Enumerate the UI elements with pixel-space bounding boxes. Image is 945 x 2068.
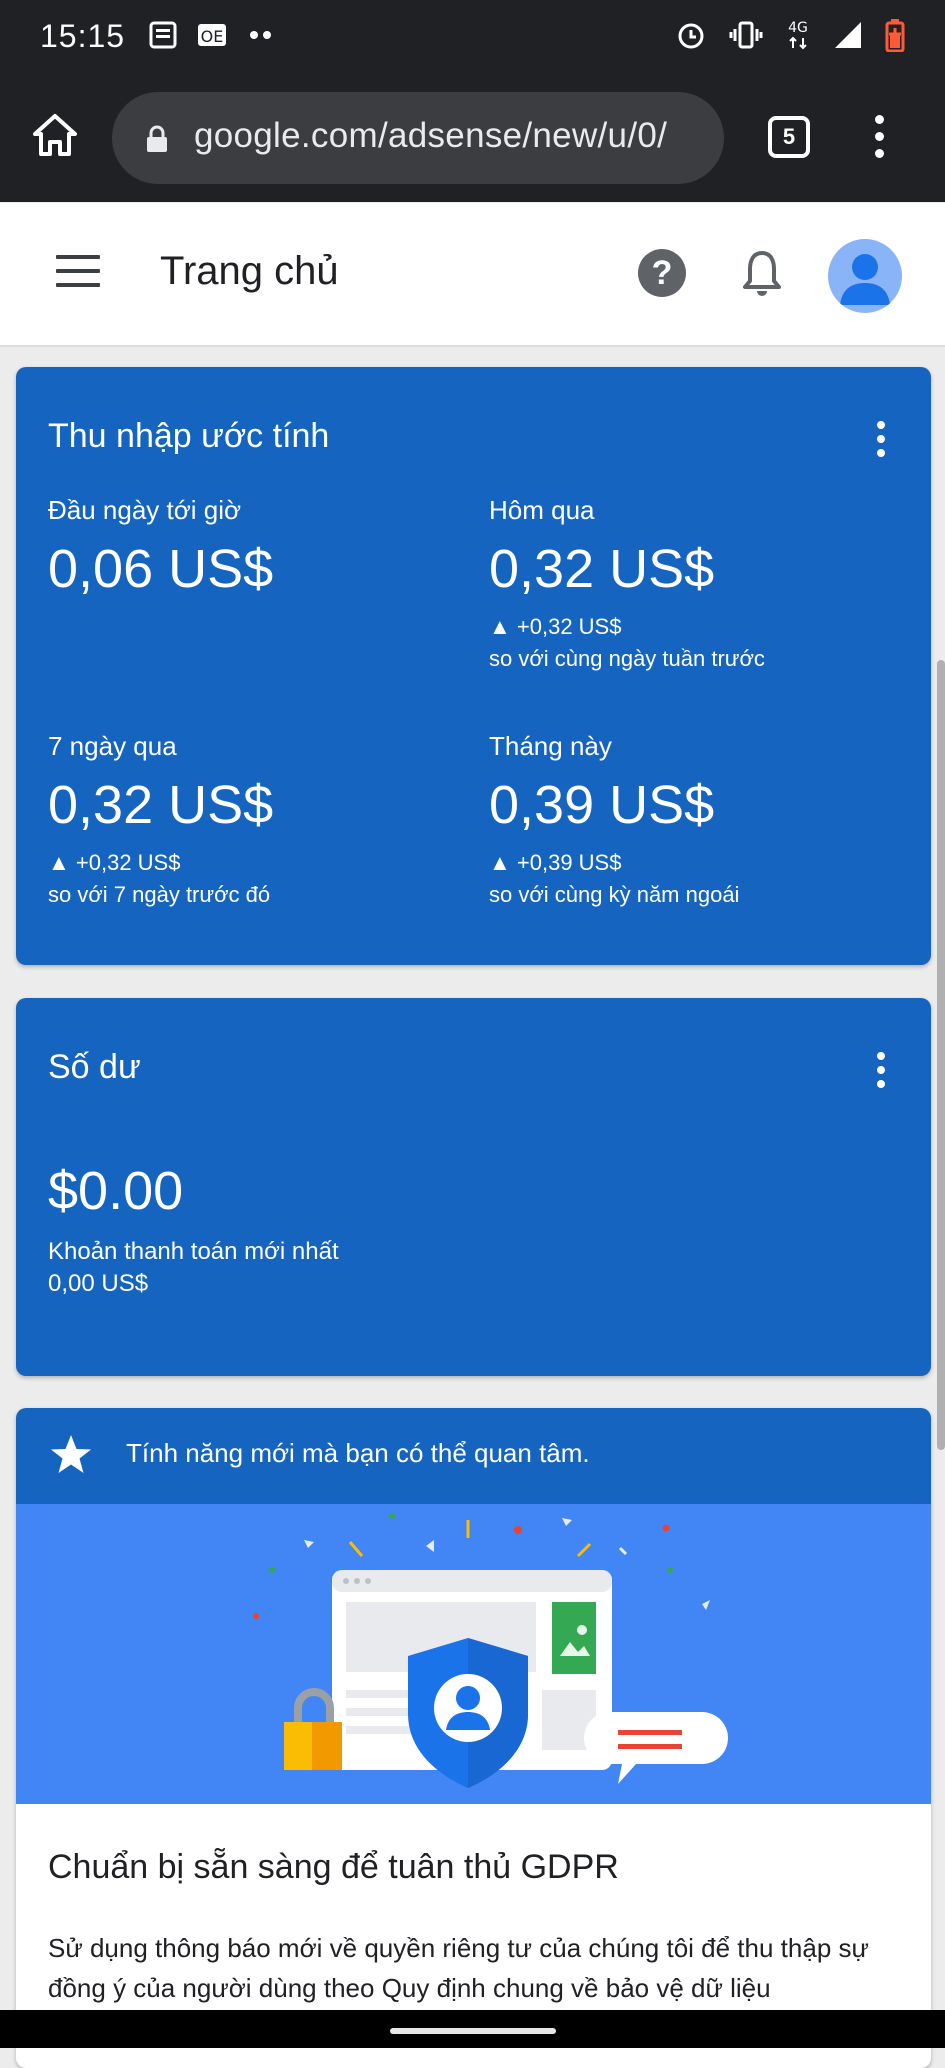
metric-value: 0,39 US$: [489, 775, 715, 835]
news-icon: [149, 21, 177, 49]
estimated-earnings-card: Thu nhập ước tính Đầu ngày tới giờ 0,06 …: [16, 367, 931, 965]
more-notifications-icon: [250, 31, 271, 39]
balance-more-options-icon[interactable]: [877, 1052, 887, 1088]
metric-label: Hôm qua: [489, 495, 595, 525]
last-payment-value: 0,00 US$: [48, 1270, 149, 1297]
metric-delta: ▲ +0,32 US$: [489, 614, 622, 639]
account-avatar[interactable]: [828, 239, 902, 313]
gesture-handle[interactable]: [390, 2028, 556, 2034]
notifications-bell-icon[interactable]: [740, 247, 784, 299]
notification-icons: OE: [148, 20, 276, 50]
earnings-more-options-icon[interactable]: [877, 421, 887, 457]
url-text[interactable]: google.com/adsense/new/u/0/: [194, 116, 667, 156]
status-bar: 15:15 OE 4G: [0, 0, 945, 72]
balance-value: $0.00: [48, 1161, 184, 1221]
svg-text:4G: 4G: [788, 20, 808, 36]
system-icons: 4G: [675, 18, 905, 52]
balance-card: Số dư $0.00 Khoản thanh toán mới nhất 0,…: [16, 998, 931, 1376]
feature-card-header-text: Tính năng mới mà bạn có thể quan tâm.: [126, 1438, 590, 1468]
network-4g-icon: 4G: [788, 20, 808, 50]
feature-card-header: Tính năng mới mà bạn có thể quan tâm.: [16, 1408, 931, 1504]
system-navigation-bar: [0, 2010, 945, 2048]
home-icon[interactable]: [30, 110, 80, 160]
privacy-shield-illustration: [253, 1513, 728, 1788]
signal-icon: [835, 22, 861, 48]
metric-value: 0,32 US$: [48, 775, 274, 835]
last-payment-label: Khoản thanh toán mới nhất: [48, 1238, 339, 1265]
metric-last-7-days[interactable]: 7 ngày qua 0,32 US$ ▲ +0,32 US$ so với 7…: [48, 731, 468, 908]
metric-this-month[interactable]: Tháng này 0,39 US$ ▲ +0,39 US$ so với cù…: [489, 731, 909, 908]
page-title: Trang chủ: [160, 249, 339, 293]
metric-value: 0,32 US$: [489, 539, 715, 599]
metric-delta: ▲ +0,39 US$: [489, 850, 622, 875]
feature-description: Sử dụng thông báo mới về quyền riêng tư …: [48, 1933, 869, 2003]
metric-comparison: so với cùng ngày tuần trước: [489, 646, 765, 671]
metric-comparison: so với cùng kỳ năm ngoái: [489, 882, 740, 907]
feature-title: Chuẩn bị sẵn sàng để tuân thủ GDPR: [48, 1848, 619, 1886]
status-time: 15:15: [40, 18, 126, 54]
gdpr-illustration: [16, 1504, 931, 1804]
metric-label: Đầu ngày tới giờ: [48, 495, 242, 525]
new-feature-card[interactable]: Tính năng mới mà bạn có thể quan tâm. Ch…: [16, 1408, 931, 2068]
star-icon: [51, 1435, 91, 1473]
metric-delta: ▲ +0,32 US$: [48, 850, 181, 875]
metric-label: 7 ngày qua: [48, 731, 177, 761]
metric-comparison: so với 7 ngày trước đó: [48, 882, 271, 907]
outlook-icon: OE: [198, 24, 226, 46]
address-bar[interactable]: google.com/adsense/new/u/0/: [112, 92, 724, 184]
tab-switcher-button[interactable]: 5: [768, 116, 810, 158]
help-icon[interactable]: ?: [638, 249, 686, 297]
avatar-person-icon: [840, 254, 890, 305]
svg-text:OE: OE: [201, 27, 224, 46]
metric-label: Tháng này: [489, 731, 612, 761]
metric-today[interactable]: Đầu ngày tới giờ 0,06 US$: [48, 495, 468, 600]
metric-yesterday[interactable]: Hôm qua 0,32 US$ ▲ +0,32 US$ so với cùng…: [489, 495, 909, 672]
browser-toolbar: google.com/adsense/new/u/0/ 5: [0, 72, 945, 202]
metric-value: 0,06 US$: [48, 539, 274, 599]
balance-card-title: Số dư: [48, 1048, 141, 1086]
lock-icon: [147, 125, 167, 152]
menu-icon[interactable]: [56, 255, 100, 287]
earnings-card-title: Thu nhập ước tính: [48, 417, 330, 455]
vibrate-icon: [729, 21, 763, 49]
page-scrollbar[interactable]: [937, 660, 945, 1450]
app-bar: Trang chủ ?: [0, 203, 945, 347]
alarm-icon: [678, 23, 704, 49]
battery-saver-icon: [885, 19, 905, 52]
browser-menu-icon[interactable]: [864, 112, 894, 162]
